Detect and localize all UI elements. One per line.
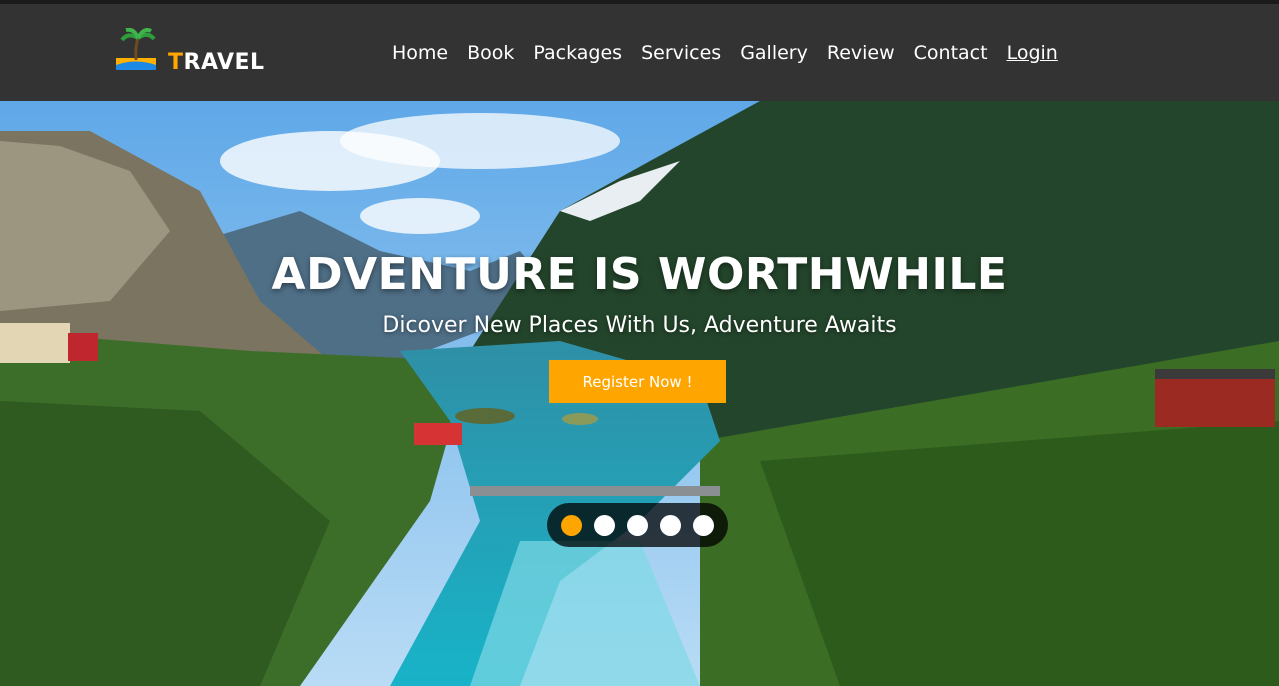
nav-login[interactable]: Login [1007, 40, 1058, 68]
slide-dot-1[interactable] [561, 514, 582, 536]
nav-gallery[interactable]: Gallery [740, 40, 808, 68]
hero-subheadline: Dicover New Places With Us, Adventure Aw… [382, 313, 897, 338]
navbar: TRAVEL Home Book Packages Services Galle… [0, 4, 1279, 101]
slide-dot-2[interactable] [594, 514, 615, 536]
hero: ADVENTURE IS WORTHWHILE Dicover New Plac… [0, 101, 1279, 686]
main-nav: Home Book Packages Services Gallery Revi… [392, 40, 1058, 68]
hero-headline: ADVENTURE IS WORTHWHILE [271, 249, 1008, 300]
brand-name: TRAVEL [168, 50, 265, 75]
slide-dot-3[interactable] [627, 514, 648, 536]
palm-tree-icon [116, 28, 156, 70]
nav-contact[interactable]: Contact [914, 40, 988, 68]
nav-book[interactable]: Book [467, 40, 514, 68]
register-now-button[interactable]: Register Now ! [549, 360, 726, 403]
nav-review[interactable]: Review [827, 40, 895, 68]
logo[interactable]: TRAVEL [116, 28, 276, 78]
nav-packages[interactable]: Packages [533, 40, 622, 68]
slider-controls [547, 503, 728, 547]
nav-services[interactable]: Services [641, 40, 721, 68]
slide-dot-5[interactable] [693, 514, 714, 536]
nav-home[interactable]: Home [392, 40, 448, 68]
slide-dot-4[interactable] [660, 514, 681, 536]
